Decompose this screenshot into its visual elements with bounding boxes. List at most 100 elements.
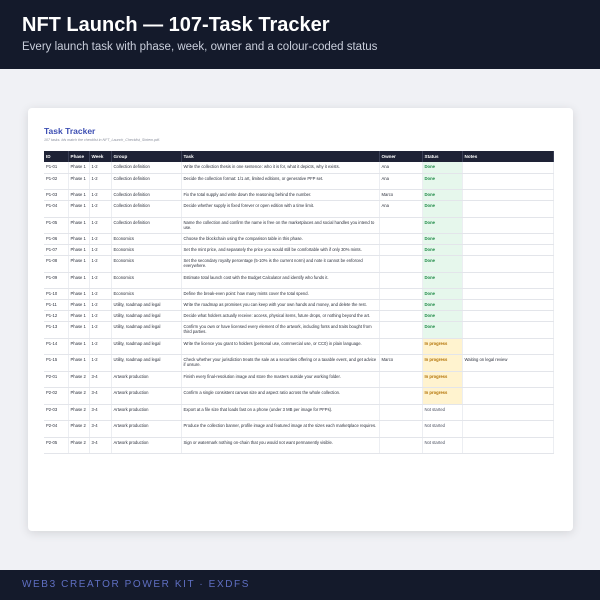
cell-week: 1-2 [89, 244, 112, 256]
cell-task: Define the break-even point: how many mi… [181, 288, 380, 300]
cell-phase: Phase 1 [68, 162, 90, 174]
cell-group: Collection definition [111, 173, 182, 190]
table-row: P1-07 Phase 1 1-2 Economics Set the mint pri… [44, 244, 554, 256]
cell-owner [379, 404, 423, 421]
cell-week: 1-2 [89, 299, 112, 311]
cell-task: Export at a file size that loads fast on… [181, 404, 380, 421]
cell-status: In progress [422, 338, 463, 355]
cell-phase: Phase 1 [68, 288, 90, 300]
cell-id: P2-03 [44, 404, 69, 421]
cell-group: Utility, roadmap and legal [111, 354, 182, 372]
cell-id: P1-04 [44, 200, 69, 218]
cell-phase: Phase 1 [68, 321, 90, 339]
cell-status: Done [422, 272, 463, 289]
cell-owner: Ana [379, 162, 423, 174]
cell-status: Done [422, 173, 463, 190]
table-row: P1-04 Phase 1 1-2 Collection definition Deci… [44, 200, 554, 218]
cell-week: 1-2 [89, 173, 112, 190]
cell-id: P1-08 [44, 255, 69, 273]
column-header-week: Week [89, 151, 112, 162]
cell-phase: Phase 1 [68, 299, 90, 311]
cell-week: 1-2 [89, 338, 112, 355]
cell-week: 3-4 [89, 420, 112, 438]
cell-status: In progress [422, 371, 463, 388]
cell-owner [379, 338, 423, 355]
cell-task: Check whether your jurisdiction treats t… [181, 354, 380, 372]
cell-status: In progress [422, 354, 463, 372]
cell-week: 1-2 [89, 200, 112, 218]
cell-status: Done [422, 233, 463, 245]
cell-group: Artwork production [111, 387, 182, 405]
table-header-row: ID Phase Week Group Task Owner Status Notes [44, 151, 554, 162]
cell-status: Done [422, 299, 463, 311]
cell-task: Confirm a single consistent canvas size … [181, 387, 380, 405]
cell-task: Confirm you own or have licensed every e… [181, 321, 380, 339]
cell-notes [462, 387, 554, 405]
table-row: P1-06 Phase 1 1-2 Economics Choose the block… [44, 233, 554, 245]
cell-group: Economics [111, 272, 182, 289]
cell-notes [462, 173, 554, 190]
cell-group: Utility, roadmap and legal [111, 310, 182, 322]
cell-status: Done [422, 200, 463, 218]
cell-week: 1-2 [89, 233, 112, 245]
cell-task: Estimate total launch cost with the Budg… [181, 272, 380, 289]
cell-group: Artwork production [111, 420, 182, 438]
column-header-group: Group [111, 151, 182, 162]
table-row: P2-04 Phase 2 3-4 Artwork production Produce… [44, 420, 554, 438]
cell-week: 1-2 [89, 162, 112, 174]
cell-group: Collection definition [111, 189, 182, 201]
cell-notes [462, 217, 554, 234]
cell-owner: Marco [379, 354, 423, 372]
cell-owner [379, 217, 423, 234]
cell-task: Set the secondary royalty percentage (5-… [181, 255, 380, 273]
cell-owner [379, 255, 423, 273]
table-row: P1-09 Phase 1 1-2 Economics Estimate total l… [44, 272, 554, 289]
cell-task: Choose the blockchain using the comparis… [181, 233, 380, 245]
cell-id: P2-04 [44, 420, 69, 438]
cell-week: 3-4 [89, 371, 112, 388]
cell-id: P1-02 [44, 173, 69, 190]
cell-notes [462, 244, 554, 256]
cell-notes [462, 255, 554, 273]
cell-week: 1-2 [89, 189, 112, 201]
table-body: P1-01 Phase 1 1-2 Collection definition Writ… [44, 162, 554, 454]
cell-notes [462, 420, 554, 438]
cell-phase: Phase 1 [68, 272, 90, 289]
cell-task: Name the collection and confirm the name… [181, 217, 380, 234]
cell-group: Artwork production [111, 437, 182, 454]
cell-owner [379, 244, 423, 256]
table-row: P1-05 Phase 1 1-2 Collection definition Name… [44, 217, 554, 234]
cell-week: 3-4 [89, 404, 112, 421]
cell-owner [379, 299, 423, 311]
cell-phase: Phase 1 [68, 244, 90, 256]
cell-week: 1-2 [89, 310, 112, 322]
cell-group: Economics [111, 288, 182, 300]
footer-brand: WEB3 CREATOR POWER KIT · EXDFS [22, 579, 251, 590]
cell-phase: Phase 1 [68, 189, 90, 201]
cell-task: Write the roadmap as promises you can ke… [181, 299, 380, 311]
cell-group: Utility, roadmap and legal [111, 321, 182, 339]
cell-id: P1-09 [44, 272, 69, 289]
task-table: ID Phase Week Group Task Owner Status Notes P1-… [44, 151, 554, 454]
cell-phase: Phase 1 [68, 233, 90, 245]
cell-phase: Phase 1 [68, 310, 90, 322]
cell-notes [462, 189, 554, 201]
table-row: P1-15 Phase 1 1-2 Utility, roadmap and lega… [44, 354, 554, 372]
cell-notes: Waiting on legal review [462, 354, 554, 372]
column-header-id: ID [44, 151, 69, 162]
cell-owner [379, 321, 423, 339]
cell-id: P1-07 [44, 244, 69, 256]
cell-week: 1-2 [89, 255, 112, 273]
cell-group: Artwork production [111, 371, 182, 388]
cell-id: P1-13 [44, 321, 69, 339]
cell-id: P2-01 [44, 371, 69, 388]
cell-status: Done [422, 244, 463, 256]
cell-status: Not started [422, 437, 463, 454]
cell-owner [379, 233, 423, 245]
cell-id: P1-12 [44, 310, 69, 322]
cell-owner [379, 310, 423, 322]
table-row: P2-01 Phase 2 3-4 Artwork production Finish … [44, 371, 554, 388]
table-row: P1-13 Phase 1 1-2 Utility, roadmap and lega… [44, 321, 554, 339]
cell-phase: Phase 1 [68, 354, 90, 372]
column-header-task: Task [181, 151, 380, 162]
